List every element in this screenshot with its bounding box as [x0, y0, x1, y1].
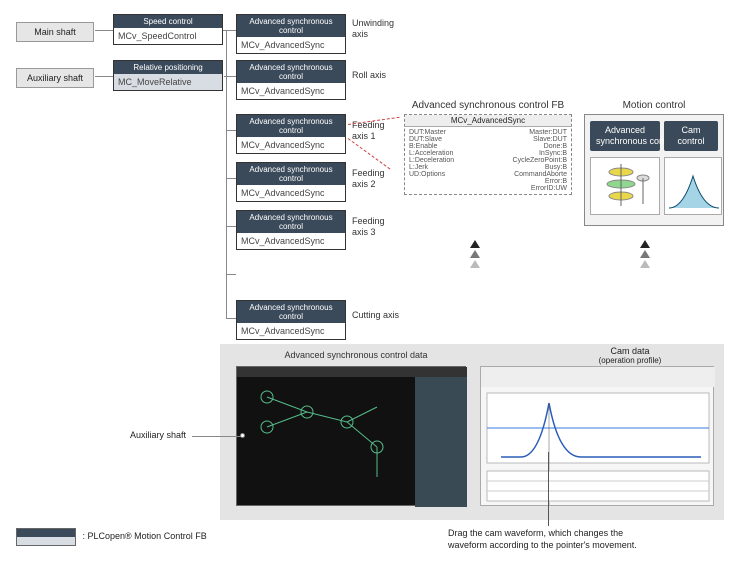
- cam-data-screenshot: [480, 366, 714, 506]
- axis-unwinding: Unwinding axis: [352, 18, 394, 40]
- axis-f3: Feeding axis 3: [352, 216, 385, 238]
- fb-advsync-unwind: Advanced synchronous controlMCv_Advanced…: [236, 14, 346, 54]
- fb-header: Relative positioning: [114, 61, 222, 74]
- fb-move-relative: Relative positioning MC_MoveRelative: [113, 60, 223, 91]
- axis-roll: Roll axis: [352, 70, 386, 81]
- aux-shaft-label: Auxiliary shaft: [16, 68, 94, 88]
- legend: : PLCopen® Motion Control FB: [16, 528, 207, 546]
- cam-caption: Drag the cam waveform, which changes the…: [448, 528, 708, 551]
- callout-dot: [240, 433, 245, 438]
- cam-data-title: Cam data (operation profile): [550, 346, 710, 365]
- adv-data-title: Advanced synchronous control data: [256, 350, 456, 360]
- legend-swatch: [16, 528, 76, 546]
- main-shaft-label: Main shaft: [16, 22, 94, 42]
- motion-cam-box: Cam control: [664, 121, 718, 151]
- arrow-stack-left: [470, 240, 480, 268]
- fb-advsync-f2: Advanced synchronous controlMCv_Advanced…: [236, 162, 346, 202]
- fb-body: MCv_SpeedControl: [114, 28, 222, 44]
- fb-header: Speed control: [114, 15, 222, 28]
- axis-cut: Cutting axis: [352, 310, 399, 321]
- fb-body: MC_MoveRelative: [114, 74, 222, 90]
- cam-curve-illustration: [664, 157, 722, 215]
- fb-detail-title: Advanced synchronous control FB: [404, 100, 572, 111]
- fb-advsync-cut: Advanced synchronous controlMCv_Advanced…: [236, 300, 346, 340]
- fb-speed-control: Speed control MCv_SpeedControl: [113, 14, 223, 45]
- motion-advsync-box: Advanced synchronous control: [590, 121, 660, 151]
- aux-shaft-callout: Auxiliary shaft: [130, 430, 186, 440]
- fb-detail-header: MCv_AdvancedSync: [405, 115, 571, 127]
- fb-advsync-roll: Advanced synchronous controlMCv_Advanced…: [236, 60, 346, 100]
- advsync-illustration: [590, 157, 660, 215]
- adv-data-screenshot: [236, 366, 466, 506]
- fb-detail-box: MCv_AdvancedSync DUT:MasterMaster:DUT DU…: [404, 114, 572, 195]
- motion-title: Motion control: [594, 100, 714, 111]
- fb-advsync-f3: Advanced synchronous controlMCv_Advanced…: [236, 210, 346, 250]
- legend-text: : PLCopen® Motion Control FB: [83, 531, 207, 541]
- arrow-stack-right: [640, 240, 650, 268]
- axis-f2: Feeding axis 2: [352, 168, 385, 190]
- fb-advsync-f1: Advanced synchronous controlMCv_Advanced…: [236, 114, 346, 154]
- motion-panel: Advanced synchronous control Cam control: [584, 114, 724, 226]
